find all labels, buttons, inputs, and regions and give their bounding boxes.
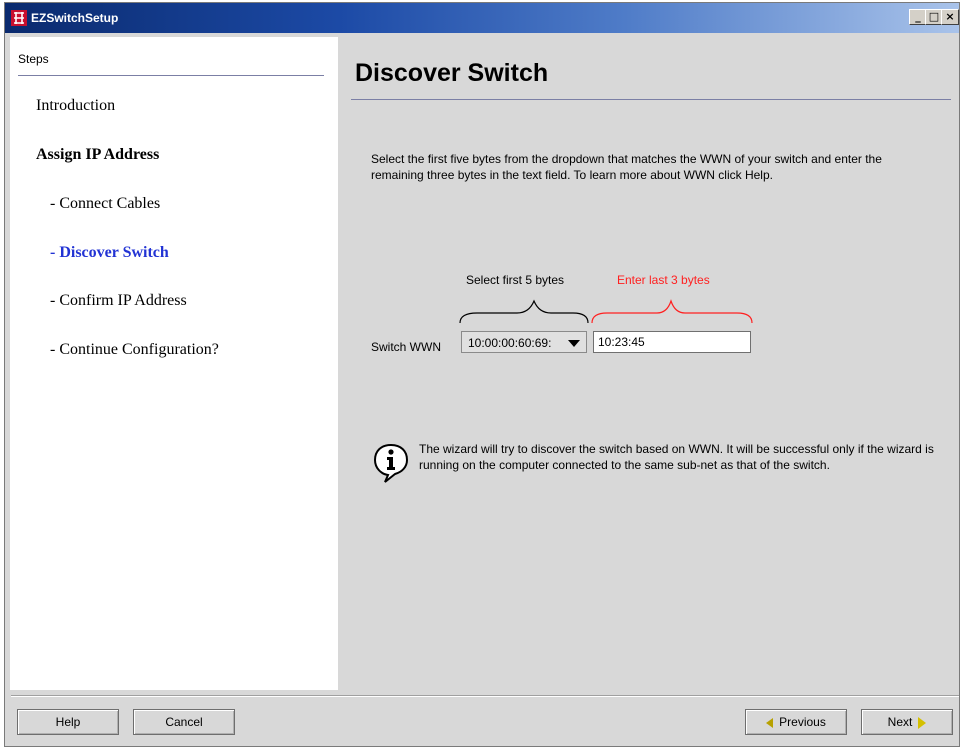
steps-divider [18, 75, 324, 76]
description-text: Select the first five bytes from the dro… [371, 152, 882, 182]
step-introduction: Introduction [36, 97, 116, 114]
switch-logo-icon [11, 10, 27, 26]
previous-button[interactable]: Previous [745, 709, 847, 735]
step-continue-configuration: - Continue Configuration? [50, 341, 219, 358]
wwn-suffix-input[interactable]: 10:23:45 [593, 331, 751, 353]
next-button-label: Next [887, 715, 913, 729]
title-bar: EZSwitchSetup _ □ × [5, 3, 959, 33]
triangle-right-icon [918, 716, 927, 729]
next-button[interactable]: Next [861, 709, 953, 735]
step-assign-ip-address: Assign IP Address [36, 146, 160, 163]
triangle-left-icon [766, 717, 774, 728]
steps-header: Steps [18, 52, 49, 66]
footer-divider-highlight [11, 696, 959, 697]
close-button[interactable]: × [941, 9, 959, 25]
ezswitch-window: EZSwitchSetup _ □ × Steps Introduction A… [4, 2, 960, 747]
step-confirm-ip-address: - Confirm IP Address [50, 292, 187, 309]
cancel-button[interactable]: Cancel [133, 709, 235, 735]
wwn-prefix-dropdown[interactable]: 10:00:00:60:69: [461, 331, 587, 353]
title-divider [351, 99, 951, 100]
step-discover-switch: - Discover Switch [50, 244, 169, 261]
last-bytes-brace [591, 299, 753, 324]
step-connect-cables: - Connect Cables [50, 195, 161, 212]
cancel-button-label: Cancel [165, 715, 203, 729]
first-bytes-label: Select first 5 bytes [466, 273, 565, 287]
page-title: Discover Switch [355, 59, 549, 87]
window-title: EZSwitchSetup [31, 11, 119, 25]
triangle-down-icon[interactable] [568, 340, 580, 347]
previous-button-label: Previous [779, 715, 826, 729]
last-bytes-label: Enter last 3 bytes [617, 273, 710, 287]
info-icon [373, 443, 409, 483]
info-message: The wizard will try to discover the swit… [419, 442, 934, 472]
first-bytes-brace [459, 299, 589, 324]
switch-wwn-label: Switch WWN [371, 340, 441, 354]
help-button-label: Help [55, 715, 81, 729]
steps-panel: Steps Introduction Assign IP Address - C… [10, 37, 338, 690]
help-button[interactable]: Help [17, 709, 119, 735]
wwn-prefix-value: 10:00:00:60:69: [468, 336, 552, 350]
byte-braces [459, 299, 753, 324]
